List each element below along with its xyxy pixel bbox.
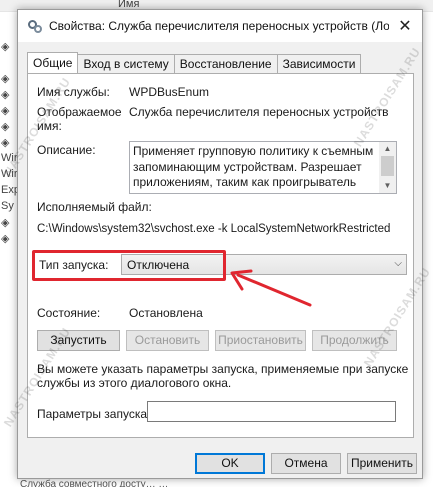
scroll-up-icon[interactable]: ▲ [379,142,396,156]
description-textbox[interactable]: Применяет групповую политику к съемным з… [129,141,397,194]
description-text: Применяет групповую политику к съемным з… [133,144,378,193]
tab-general[interactable]: Общие [27,52,79,73]
bg-bottom-row: Служба совместного досту… … [20,479,169,487]
start-params-input[interactable] [147,401,396,422]
scroll-thumb[interactable] [381,156,394,176]
arrow-annotation-icon [230,269,312,307]
dialog-title: Свойства: Служба перечислителя переносны… [49,19,389,33]
tab-strip: Общие Вход в систему Восстановление Зави… [27,52,362,74]
scroll-down-icon[interactable]: ▼ [379,179,396,193]
display-name-label-line2: имя: [37,119,62,133]
start-params-label: Параметры запуска: [37,407,151,421]
chevron-down-icon: ⌵ [394,258,402,269]
description-label: Описание: [37,143,96,157]
hint-text-line1: Вы можете указать параметры запуска, при… [37,362,409,376]
resume-button[interactable]: Продолжить [312,330,397,351]
description-scrollbar[interactable]: ▲ ▼ [379,142,396,193]
tab-logon[interactable]: Вход в систему [77,54,175,73]
ok-button[interactable]: OK [195,453,265,474]
cancel-button[interactable]: Отмена [271,453,341,474]
status-label: Состояние: [37,306,101,320]
hint-text-line2: службы из этого диалогового окна. [37,376,232,390]
tab-recovery[interactable]: Восстановление [173,54,278,73]
display-name-label-line1: Отображаемое [37,105,122,119]
highlight-annotation [32,250,226,281]
gear-icon [27,18,43,34]
service-name-value: WPDBusEnum [129,85,210,99]
service-properties-dialog: Свойства: Служба перечислителя переносны… [17,9,423,479]
executable-label: Исполняемый файл: [37,200,152,214]
dialog-titlebar[interactable]: Свойства: Служба перечислителя переносны… [18,10,422,42]
service-name-label: Имя службы: [37,85,110,99]
display-name-value: Служба перечислителя переносных устройст… [129,105,389,119]
apply-button[interactable]: Применить [347,453,417,474]
general-tab-panel: Имя службы: WPDBusEnum Отображаемое имя:… [27,73,414,438]
close-button[interactable]: ✕ [388,10,422,42]
stop-button[interactable]: Остановить [126,330,209,351]
status-value: Остановлена [129,306,203,320]
start-button[interactable]: Запустить [37,330,120,351]
pause-button[interactable]: Приостановить [215,330,306,351]
executable-path: C:\Windows\system32\svchost.exe -k Local… [37,223,391,235]
tab-dependencies[interactable]: Зависимости [276,54,362,73]
